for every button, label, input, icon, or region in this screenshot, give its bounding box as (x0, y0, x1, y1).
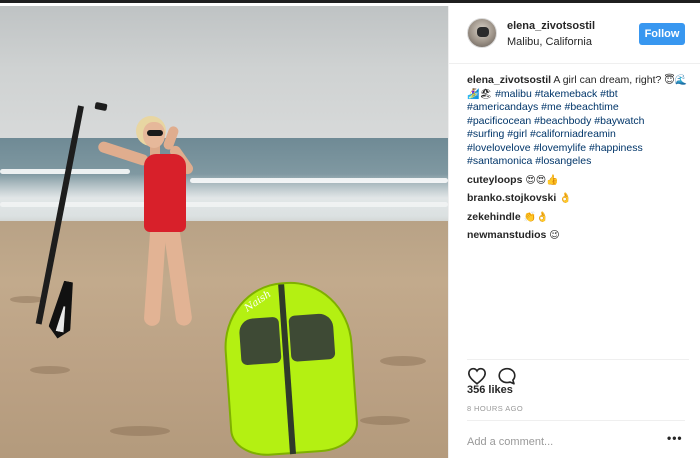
comment-item: branko.stojkovski 👌 (467, 192, 689, 206)
sand-spot (380, 356, 426, 366)
hashtag-link[interactable]: #pacificocean (467, 115, 531, 127)
avatar[interactable] (467, 18, 497, 48)
comment-input[interactable] (467, 433, 657, 451)
hashtag-link[interactable]: #americandays (467, 101, 538, 113)
comment-item: cuteyloops 😍😍👍 (467, 174, 689, 188)
sunglasses (147, 130, 163, 136)
post-timestamp[interactable]: 8 HOURS AGO (467, 404, 523, 413)
sky (0, 6, 448, 146)
hashtag-link[interactable]: #baywatch (594, 115, 644, 127)
caption: elena_zivotsostil A girl can dream, righ… (467, 74, 689, 169)
hashtag-link[interactable]: #lovelovelove (467, 142, 531, 154)
caption-emoji: 🏄‍♀️🏖 (467, 88, 493, 100)
post-sidebar: elena_zivotsostil Malibu, California Fol… (448, 6, 700, 458)
post-photo[interactable]: Naish (0, 6, 448, 458)
post-frame: Naish elena_zivotsostil Malibu, Californ… (0, 0, 700, 458)
wave-line (0, 202, 448, 207)
header-username[interactable]: elena_zivotsostil (507, 20, 595, 32)
comment-username[interactable]: zekehindle (467, 211, 521, 223)
header-location[interactable]: Malibu, California (507, 36, 592, 48)
action-bar (467, 359, 689, 385)
red-swimsuit (144, 154, 186, 232)
hashtag-link[interactable]: #tbt (600, 88, 618, 100)
hashtag-link[interactable]: #lovemylife (534, 142, 587, 154)
add-comment-bar: ••• (467, 420, 685, 458)
wave-line (190, 178, 448, 183)
board-stripe (278, 284, 296, 455)
hashtag-link[interactable]: #happiness (589, 142, 643, 154)
comment-item: newmanstudios 😉 (467, 229, 689, 243)
comment-text: 👌 (559, 193, 572, 204)
comment-username[interactable]: cuteyloops (467, 174, 522, 186)
board-traction-pad (288, 312, 336, 362)
caption-username[interactable]: elena_zivotsostil (467, 74, 551, 86)
comment-username[interactable]: newmanstudios (467, 229, 546, 241)
hashtag-link[interactable]: #surfing (467, 128, 504, 140)
comment-username[interactable]: branko.stojkovski (467, 192, 556, 204)
sand-spot (30, 366, 70, 374)
comment-text: 👏👌 (523, 211, 549, 223)
hashtag-link[interactable]: #santamonica (467, 155, 532, 167)
hashtag-link[interactable]: #beachbody (534, 115, 591, 127)
hashtag-link[interactable]: #beachtime (564, 101, 618, 113)
hashtag-link[interactable]: #girl (507, 128, 527, 140)
hashtag-link[interactable]: #losangeles (535, 155, 591, 167)
caption-text: A girl can dream, right? (553, 74, 662, 86)
sand-spot (360, 416, 410, 425)
hashtag-link[interactable]: #malibu (495, 88, 532, 100)
board-traction-pad (238, 316, 282, 366)
post-header: elena_zivotsostil Malibu, California Fol… (449, 6, 700, 64)
hashtag-link[interactable]: #me (541, 101, 561, 113)
hashtag-link[interactable]: #takemeback (535, 88, 597, 100)
avatar-image (477, 27, 489, 37)
comment-item: zekehindle 👏👌 (467, 211, 689, 225)
likes-count[interactable]: 356 likes (467, 384, 513, 396)
caption-emoji: 😇🌊 (664, 75, 688, 86)
comment-text: 😉 (549, 230, 560, 241)
follow-button[interactable]: Follow (639, 23, 685, 45)
comment-text: 😍😍👍 (525, 174, 559, 186)
comments-list: elena_zivotsostil A girl can dream, righ… (467, 74, 689, 243)
more-options-icon[interactable]: ••• (667, 432, 685, 447)
sand-spot (110, 426, 170, 436)
hashtag-link[interactable]: #californiadreamin (530, 128, 616, 140)
